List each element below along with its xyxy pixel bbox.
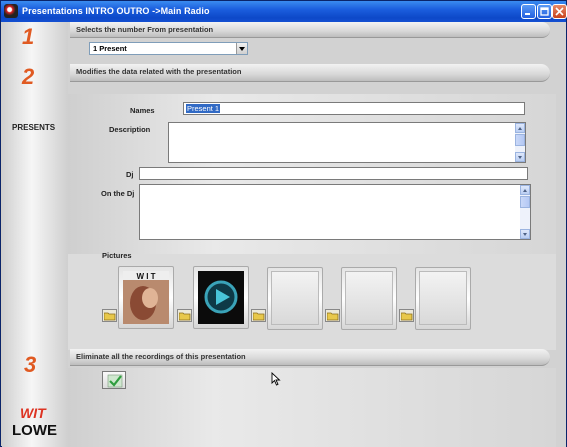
picture-slot-2[interactable] [193, 266, 249, 329]
names-field[interactable]: Present 1 [183, 102, 525, 115]
logo-wit: WIT [20, 405, 46, 421]
checkmark-icon [107, 374, 123, 388]
pictures-label: Pictures [102, 251, 132, 260]
client-area: 1 2 PRESENTS 3 WIT LOWE Selects the numb… [2, 22, 566, 447]
mouse-cursor-icon [271, 372, 281, 386]
picture-slot-3[interactable] [267, 267, 323, 330]
description-field[interactable] [168, 122, 526, 163]
description-label: Description [109, 125, 151, 134]
close-button[interactable] [552, 4, 567, 19]
empty-picture-placeholder [345, 271, 393, 325]
dj-label: Dj [126, 170, 134, 179]
title-bar[interactable]: Presentations INTRO OUTRO ->Main Radio [1, 1, 567, 22]
maximize-icon [540, 7, 549, 16]
picture-slot-5[interactable] [415, 267, 471, 330]
folder-icon [179, 312, 191, 321]
eliminate-panel [68, 368, 556, 447]
folder-icon [401, 312, 413, 321]
folder-icon [104, 312, 116, 321]
modify-section-header: Modifies the data related with the prese… [70, 64, 550, 82]
scroll-down-icon[interactable] [515, 152, 525, 162]
presentation-select[interactable]: 1 Present [89, 42, 248, 55]
scroll-down-icon[interactable] [520, 229, 530, 239]
step-number-2: 2 [22, 64, 35, 89]
presentation-select-value: 1 Present [93, 44, 127, 53]
picture-1-browse-button[interactable] [102, 309, 117, 322]
on-the-dj-field[interactable] [139, 184, 531, 240]
window-title: Presentations INTRO OUTRO ->Main Radio [22, 6, 210, 16]
empty-picture-placeholder [419, 271, 467, 325]
picture-slot-4[interactable] [341, 267, 397, 330]
description-scrollbar[interactable] [515, 123, 525, 162]
step-number-1: 1 [22, 24, 35, 49]
on-the-dj-scrollbar[interactable] [520, 185, 530, 239]
minimize-icon [525, 13, 530, 15]
scroll-up-icon[interactable] [515, 123, 525, 133]
names-field-value: Present 1 [186, 104, 221, 113]
picture-2-browse-button[interactable] [177, 309, 192, 322]
scroll-thumb[interactable] [515, 134, 525, 146]
scroll-thumb[interactable] [520, 196, 530, 208]
eliminate-button[interactable] [102, 371, 126, 389]
wit-album-cover: W I T [123, 271, 169, 324]
close-icon [555, 7, 564, 16]
presents-label: PRESENTS [12, 123, 56, 132]
select-section-header: Selects the number From presentation [70, 22, 550, 38]
picture-3-browse-button[interactable] [251, 309, 266, 322]
left-sidebar: 1 2 PRESENTS 3 WIT LOWE [2, 22, 68, 447]
names-label: Names [130, 106, 155, 115]
empty-picture-placeholder [271, 271, 319, 325]
picture-4-browse-button[interactable] [325, 309, 340, 322]
minimize-button[interactable] [521, 4, 536, 19]
dj-field[interactable] [139, 167, 528, 180]
eliminate-section-header: Eliminate all the recordings of this pre… [70, 349, 550, 366]
app-window: Presentations INTRO OUTRO ->Main Radio 1… [0, 0, 567, 447]
picture-5-browse-button[interactable] [399, 309, 414, 322]
folder-icon [253, 312, 265, 321]
maximize-button[interactable] [537, 4, 552, 19]
step-number-3: 3 [24, 352, 37, 377]
scroll-up-icon[interactable] [520, 185, 530, 195]
picture-slot-1[interactable]: W I T [118, 266, 174, 329]
album-cover-text: W I T [136, 272, 155, 281]
on-the-dj-label: On the Dj [101, 189, 135, 198]
folder-icon [327, 312, 339, 321]
logo-lowe: LOWE [12, 422, 57, 439]
app-icon [4, 4, 18, 18]
blue-play-disc [198, 271, 244, 324]
chevron-down-icon[interactable] [236, 43, 247, 54]
